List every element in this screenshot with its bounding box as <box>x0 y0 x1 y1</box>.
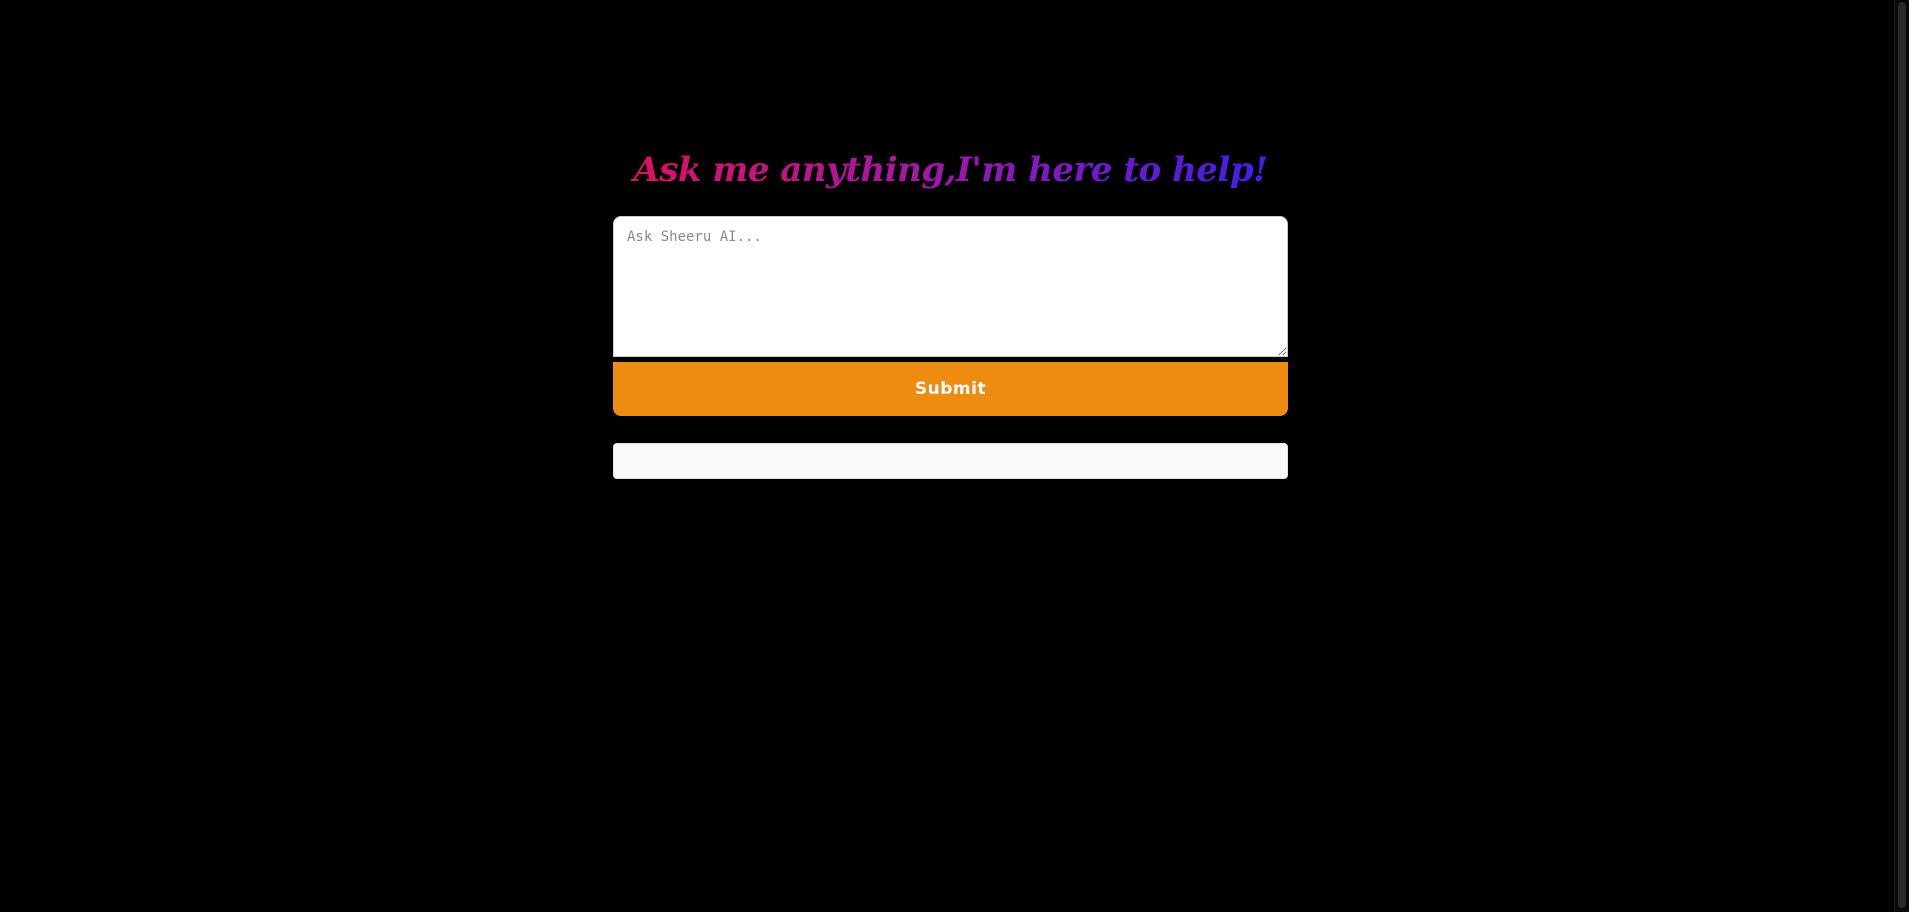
page: Ask me anything,I'm here to help! Submit <box>0 0 1909 912</box>
response-output <box>613 443 1288 479</box>
prompt-input[interactable] <box>613 216 1288 357</box>
chat-form: Ask me anything,I'm here to help! Submit <box>613 140 1288 479</box>
submit-button[interactable]: Submit <box>613 362 1288 416</box>
page-title: Ask me anything,I'm here to help! <box>613 140 1288 200</box>
vertical-scrollbar[interactable] <box>1894 0 1909 912</box>
scrollbar-thumb[interactable] <box>1898 2 1906 908</box>
